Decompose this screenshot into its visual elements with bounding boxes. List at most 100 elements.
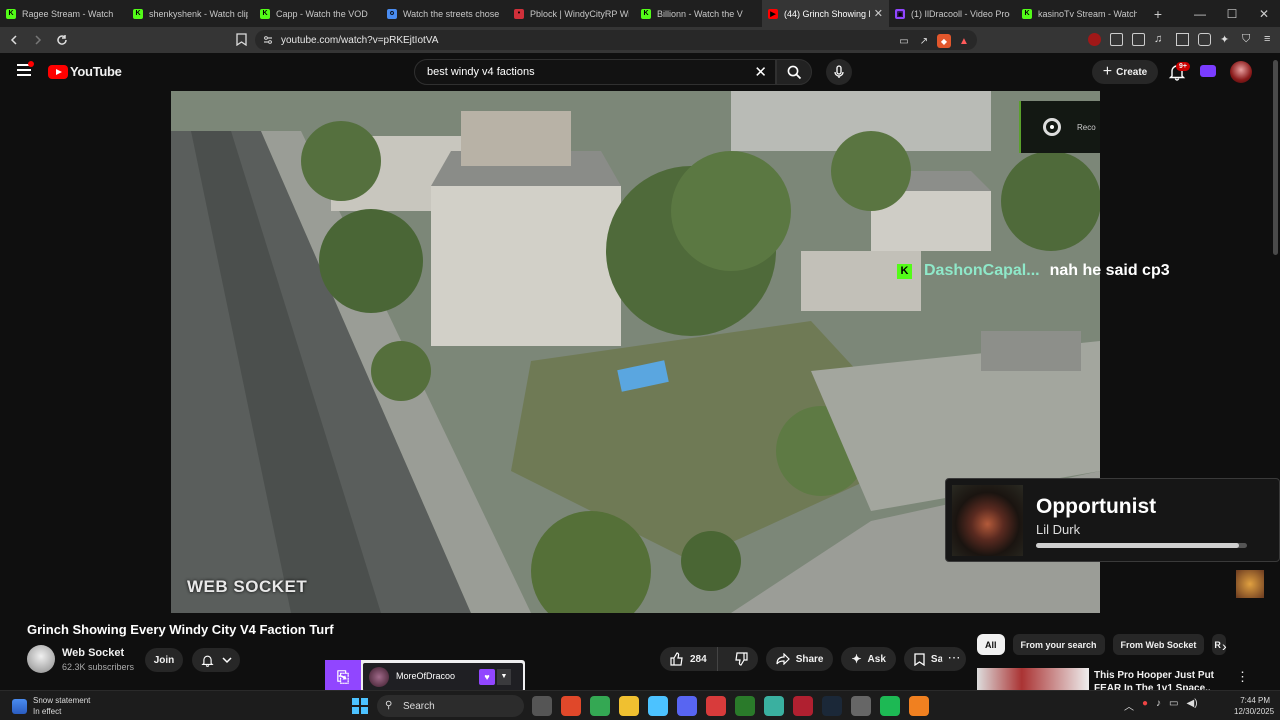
taskbar-app-icon[interactable] (648, 696, 668, 716)
search-input[interactable]: best windy v4 factions ✕ (414, 59, 776, 85)
dislike-button[interactable] (724, 647, 758, 671)
premium-icon[interactable] (1200, 65, 1216, 77)
twitch-dropdown-icon[interactable]: ▼ (497, 669, 511, 685)
extension-ublock-icon[interactable] (1088, 33, 1101, 46)
like-button[interactable]: 284 (660, 647, 718, 671)
brave-rewards-icon[interactable]: ▲ (957, 34, 971, 48)
join-button[interactable]: Join (145, 648, 183, 672)
forward-arrow-icon (35, 35, 42, 45)
recommendation-title[interactable]: This Pro Hooper Just Put FEAR In The 1v1… (1094, 669, 1234, 691)
subscription-bell-button[interactable] (192, 648, 240, 672)
twitch-logo-icon[interactable]: ⎘ (325, 660, 361, 694)
music-icon[interactable]: ♫ (1154, 33, 1167, 46)
browser-tab[interactable]: ▣ (1) IlDracooll - Video Prod (889, 0, 1016, 27)
browser-tab[interactable]: K Capp - Watch the VOD (254, 0, 381, 27)
tab-list: K Ragee Stream - Watch Kshenkyshenk - Watc… (0, 0, 1143, 27)
twitch-avatar[interactable] (369, 667, 389, 687)
new-tab-button[interactable]: + (1143, 6, 1173, 22)
taskbar-app-icon[interactable] (793, 696, 813, 716)
album-cover (952, 485, 1023, 556)
channel-name[interactable]: Web Socket (62, 647, 124, 659)
taskbar-app-icon[interactable] (909, 696, 929, 716)
browser-tab[interactable]: Kshenkyshenk - Watch clips (127, 0, 254, 27)
youtube-logo[interactable]: YouTube (48, 64, 122, 79)
brave-shield-icon[interactable]: ◆ (937, 34, 951, 48)
taskbar-app-icon[interactable] (764, 696, 784, 716)
leo-ai-icon[interactable]: ✦ (1220, 33, 1233, 46)
wallet-icon[interactable] (1198, 33, 1211, 46)
windows-start-icon[interactable] (352, 698, 368, 714)
taskbar-app-icon[interactable] (822, 696, 842, 716)
tab-title: Capp - Watch the VOD (276, 8, 368, 19)
chevron-up-icon[interactable]: ︿ (1124, 698, 1134, 713)
bookmark-button[interactable] (236, 33, 247, 51)
browser-menu-icon[interactable]: ≡ (1264, 33, 1277, 46)
forward-button[interactable] (28, 30, 48, 50)
more-actions-button[interactable]: ⋯ (942, 647, 966, 671)
taskbar-app-icon[interactable] (619, 696, 639, 716)
share-button[interactable]: Share (765, 647, 834, 671)
mini-thumbnail[interactable] (1236, 570, 1264, 598)
recommendation-thumbnail[interactable] (977, 668, 1089, 690)
search-button[interactable] (776, 59, 812, 85)
extension-icon[interactable] (1132, 33, 1145, 46)
weather-widget[interactable]: Snow statement In effect (12, 695, 90, 717)
twitch-channel-name[interactable]: MoreOfDracoo (396, 671, 455, 681)
like-count: 284 (690, 653, 707, 665)
taskbar-app-icon[interactable] (532, 696, 552, 716)
taskbar-app-icon[interactable] (880, 696, 900, 716)
taskbar-app-icon[interactable] (706, 696, 726, 716)
browser-tab[interactable]: KkasinoTv Stream - Watch (1016, 0, 1143, 27)
browser-tab[interactable]: K Ragee Stream - Watch (0, 0, 127, 27)
ask-button[interactable]: ✦ Ask (841, 647, 896, 671)
chevron-right-icon[interactable]: › (1222, 638, 1227, 654)
vpn-shield-icon[interactable]: ⛉ (1242, 33, 1255, 46)
tab-title: Watch the streets chose m (403, 8, 502, 19)
taskbar-clock[interactable]: 7:44 PM 12/30/2025 (1234, 695, 1274, 717)
weather-subtitle: In effect (33, 707, 62, 716)
taskbar-app-icon[interactable] (735, 696, 755, 716)
reload-button[interactable] (52, 30, 72, 50)
url-text: youtube.com/watch?v=pRKEjtIotVA (281, 34, 439, 46)
bookmark-icon (236, 33, 247, 47)
back-button[interactable] (4, 30, 24, 50)
site-info-icon[interactable] (263, 35, 273, 45)
page-scrollbar[interactable] (1273, 60, 1278, 255)
sidebar-icon[interactable] (1176, 33, 1189, 46)
extension-icon[interactable] (1110, 33, 1123, 46)
clear-search-icon[interactable]: ✕ (754, 63, 767, 81)
account-avatar[interactable] (1230, 61, 1252, 83)
voice-search-button[interactable] (826, 59, 852, 85)
chip-from-web-socket[interactable]: From Web Socket (1112, 634, 1205, 655)
taskbar-app-icon[interactable] (677, 696, 697, 716)
taskbar-app-icon[interactable] (590, 696, 610, 716)
microphone-icon[interactable]: ♪ (1156, 698, 1161, 713)
share-page-icon[interactable]: ↗ (917, 34, 931, 48)
browser-tab[interactable]: K Billionn - Watch the V (635, 0, 762, 27)
browser-tab[interactable]: ▶ (44) Grinch Showing E ✕ (762, 0, 889, 27)
tray-app-icon[interactable]: ● (1142, 698, 1148, 713)
create-button[interactable]: + Create (1092, 60, 1158, 84)
chip-from-your-search[interactable]: From your search (1012, 634, 1105, 655)
subscriber-count: 62.3K subscribers (62, 662, 135, 672)
url-bar[interactable]: youtube.com/watch?v=pRKEjtIotVA ▭ ↗ ◆ ▲ (255, 30, 977, 50)
close-tab-icon[interactable]: ✕ (874, 7, 883, 20)
taskbar-app-icon[interactable] (851, 696, 871, 716)
windows-taskbar: Snow statement In effect ⚲ Search ︿ ● ♪ … (0, 690, 1280, 720)
minimize-button[interactable]: — (1184, 0, 1216, 27)
taskbar-app-icon[interactable] (561, 696, 581, 716)
follow-heart-icon[interactable]: ♥ (479, 669, 495, 685)
browser-tab[interactable]: o Watch the streets chose m (381, 0, 508, 27)
maximize-button[interactable]: ☐ (1216, 0, 1248, 27)
recommendation-menu-icon[interactable]: ⋮ (1236, 669, 1249, 685)
address-toolbar: youtube.com/watch?v=pRKEjtIotVA ▭ ↗ ◆ ▲ … (0, 27, 1280, 53)
chip-all[interactable]: All (977, 634, 1005, 655)
taskbar-search[interactable]: ⚲ Search (377, 695, 524, 717)
volume-icon[interactable]: ◀) (1187, 698, 1198, 713)
close-window-button[interactable]: ✕ (1248, 0, 1280, 27)
channel-avatar[interactable] (27, 645, 55, 673)
browser-tab[interactable]: • Pblock | WindyCityRP Wiki (508, 0, 635, 27)
youtube-play-icon (48, 64, 68, 79)
network-icon[interactable]: ▭ (1169, 698, 1178, 713)
cast-icon[interactable]: ▭ (897, 34, 911, 48)
